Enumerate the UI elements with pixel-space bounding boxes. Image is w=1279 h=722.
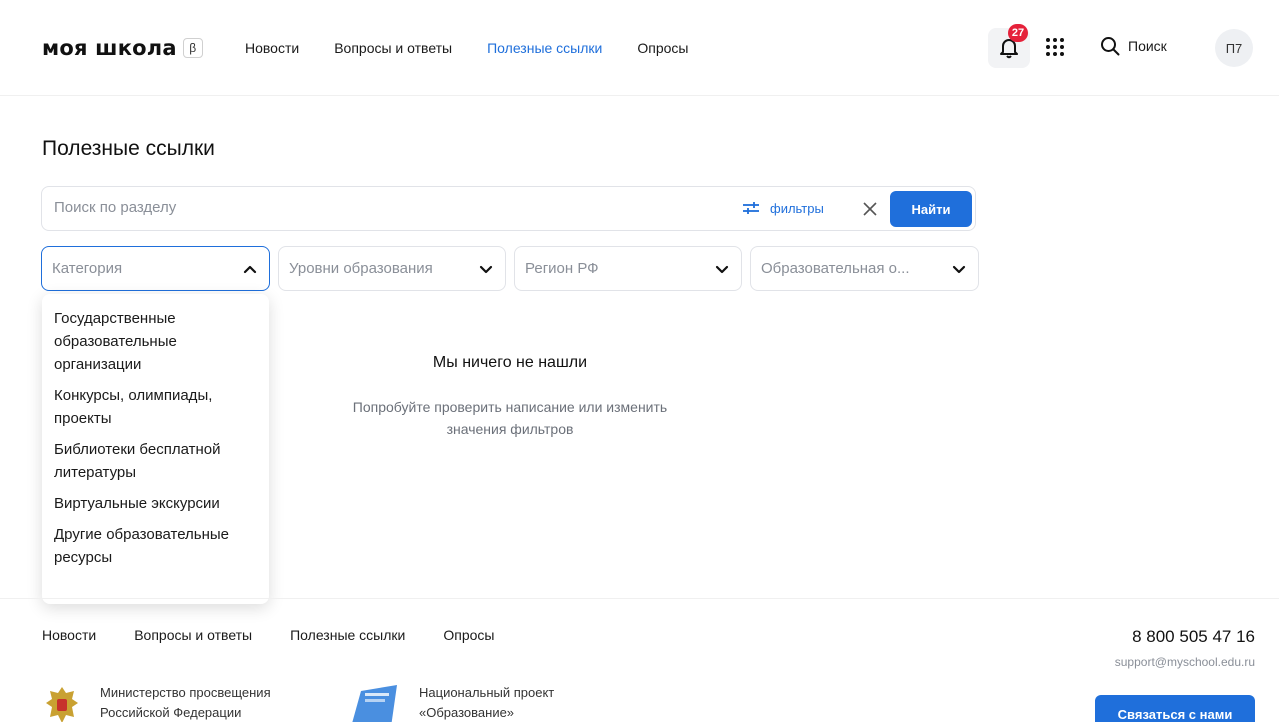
footer-nav-news[interactable]: Новости: [42, 627, 96, 643]
beta-badge: β: [182, 38, 203, 58]
notifications-count-badge: 27: [1008, 24, 1028, 42]
page-title: Полезные ссылки: [42, 137, 215, 160]
category-option[interactable]: Библиотеки бесплатной литературы: [42, 438, 269, 484]
main-nav: Новости Вопросы и ответы Полезные ссылки…: [245, 40, 723, 56]
filters-button[interactable]: фильтры: [742, 200, 824, 216]
chevron-up-icon: [243, 265, 257, 274]
nav-item-faq[interactable]: Вопросы и ответы: [334, 40, 452, 56]
chevron-down-icon: [479, 265, 493, 274]
logo-text: моя школа: [42, 36, 177, 60]
coat-of-arms-icon: [46, 687, 78, 722]
nav-item-useful-links[interactable]: Полезные ссылки: [487, 40, 602, 56]
sliders-icon: [743, 202, 759, 214]
footer-nav: Новости Вопросы и ответы Полезные ссылки…: [42, 627, 532, 643]
national-project-line1: Национальный проект: [419, 685, 555, 700]
empty-state-title: Мы ничего не нашли: [432, 354, 588, 371]
education-levels-select[interactable]: Уровни образования: [278, 246, 506, 291]
ministry-name-line2: Российской Федерации: [100, 705, 242, 720]
category-select[interactable]: Категория: [41, 246, 270, 291]
find-button[interactable]: Найти: [890, 191, 972, 227]
footer-nav-polls[interactable]: Опросы: [443, 627, 494, 643]
chevron-down-icon: [715, 265, 729, 274]
apps-grid-icon[interactable]: [1046, 38, 1064, 56]
educational-org-select[interactable]: Образовательная о...: [750, 246, 979, 291]
category-option[interactable]: Другие образовательные ресурсы: [42, 523, 269, 569]
region-select-value: Регион РФ: [525, 260, 599, 277]
region-select[interactable]: Регион РФ: [514, 246, 742, 291]
search-icon: [1101, 37, 1120, 56]
educational-org-value: Образовательная о...: [761, 260, 910, 277]
ministry-name-line1: Министерство просвещения: [100, 685, 271, 700]
support-email[interactable]: support@myschool.edu.ru: [1115, 655, 1255, 669]
category-select-value: Категория: [52, 260, 123, 277]
national-project-logo-icon: [352, 685, 397, 722]
contact-us-button[interactable]: Связаться с нами: [1095, 695, 1255, 722]
nav-item-polls[interactable]: Опросы: [637, 40, 688, 56]
header-search-label: Поиск: [1128, 38, 1167, 54]
filters-label: фильтры: [770, 200, 824, 216]
support-phone[interactable]: 8 800 505 47 16: [1132, 627, 1255, 647]
category-dropdown: Государственные образовательные организа…: [42, 294, 269, 604]
logo[interactable]: моя школа β: [42, 36, 203, 60]
avatar[interactable]: П7: [1215, 29, 1253, 67]
category-option[interactable]: Государственные образовательные организа…: [42, 307, 269, 376]
section-search-input[interactable]: [54, 199, 704, 216]
notifications-button[interactable]: 27: [988, 24, 1030, 68]
footer-nav-faq[interactable]: Вопросы и ответы: [134, 627, 252, 643]
national-project-link[interactable]: Национальный проект «Образование»: [345, 683, 554, 722]
footer-nav-useful-links[interactable]: Полезные ссылки: [290, 627, 405, 643]
category-option[interactable]: Конкурсы, олимпиады, проекты: [42, 384, 269, 430]
national-project-line2: «Образование»: [419, 705, 515, 720]
nav-item-news[interactable]: Новости: [245, 40, 299, 56]
section-search-bar: фильтры Найти: [41, 186, 976, 231]
empty-state-subtitle: Попробуйте проверить написание или измен…: [352, 399, 668, 437]
category-option[interactable]: Виртуальные экскурсии: [42, 492, 269, 515]
close-icon[interactable]: [860, 199, 880, 219]
header-search-button[interactable]: Поиск: [1100, 36, 1167, 56]
ministry-link[interactable]: Министерство просвещения Российской Феде…: [40, 683, 271, 722]
chevron-down-icon: [952, 265, 966, 274]
education-levels-value: Уровни образования: [289, 260, 433, 277]
footer: Новости Вопросы и ответы Полезные ссылки…: [0, 598, 1279, 722]
top-header: моя школа β Новости Вопросы и ответы Пол…: [0, 0, 1279, 96]
